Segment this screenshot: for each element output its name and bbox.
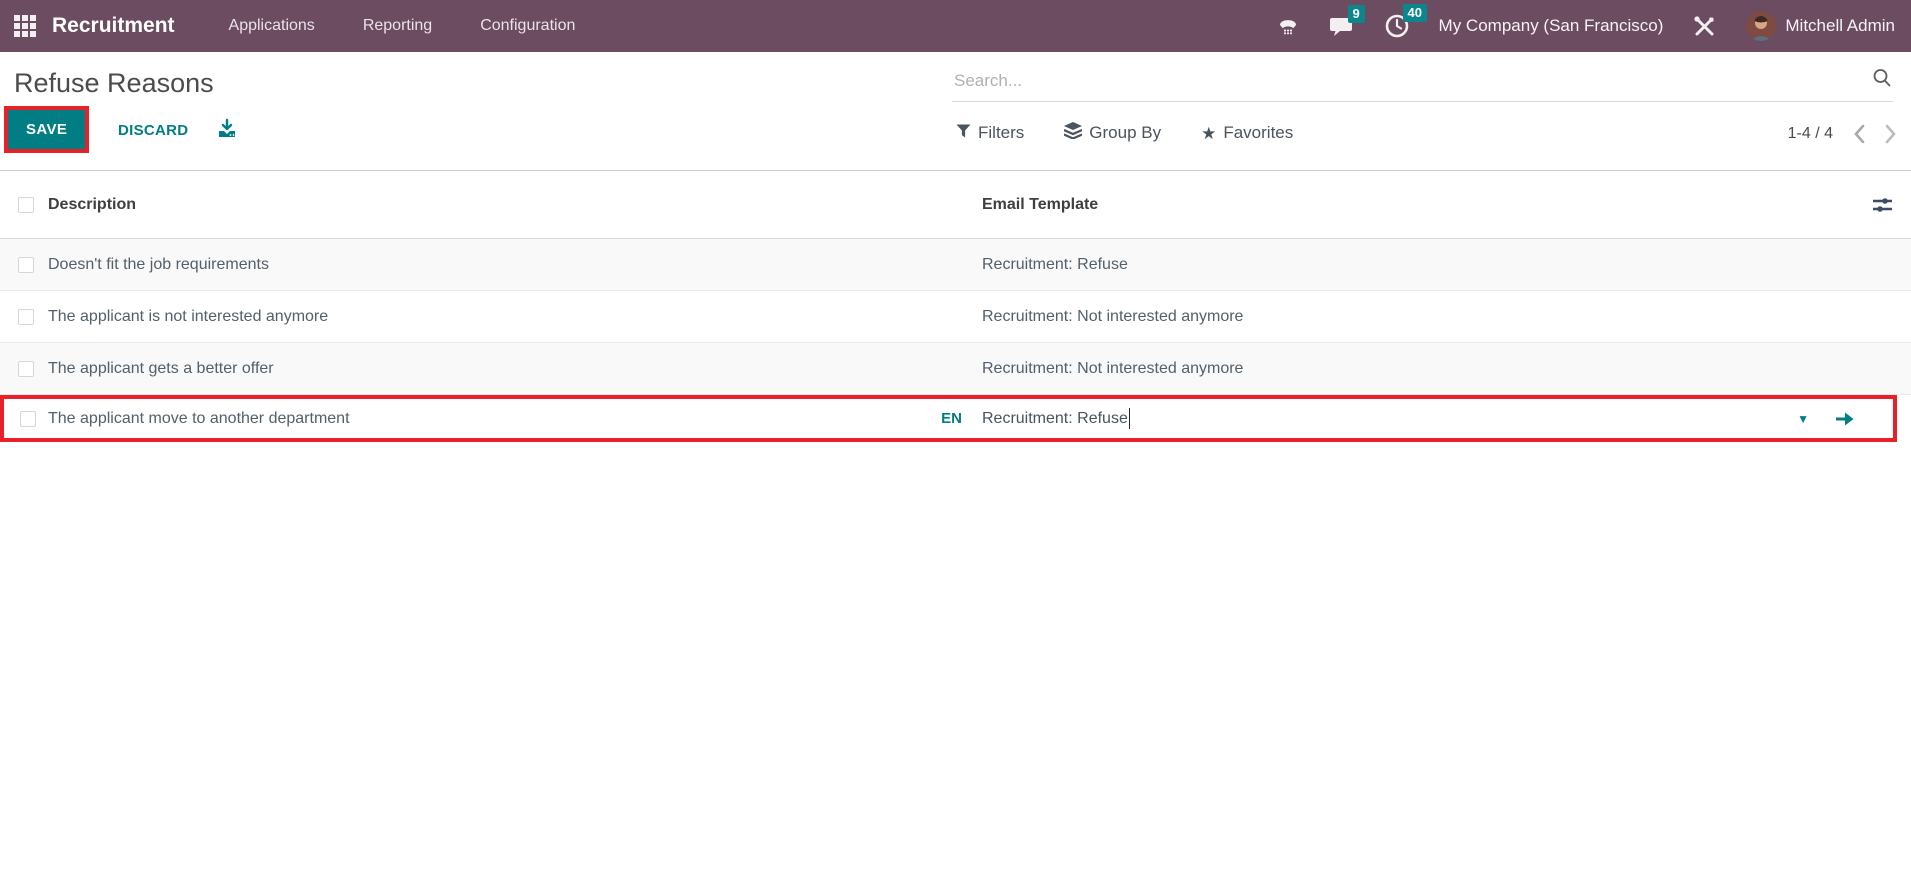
app-name[interactable]: Recruitment <box>52 14 175 38</box>
activities-count-badge: 40 <box>1402 4 1428 22</box>
row-checkbox[interactable] <box>18 360 34 377</box>
cell-description: The applicant is not interested anymore <box>48 307 329 325</box>
main-menu: Applications Reporting Configuration <box>229 17 576 35</box>
cell-email-template-editing[interactable]: Recruitment: Refuse ▼ <box>982 408 1893 429</box>
cell-description[interactable]: The applicant move to another department <box>48 410 350 428</box>
apps-menu-icon[interactable] <box>14 15 36 37</box>
pager-previous-icon[interactable] <box>1853 124 1865 144</box>
row-checkbox[interactable] <box>18 256 34 273</box>
export-download-icon[interactable] <box>216 118 238 145</box>
column-header-description[interactable]: Description <box>48 196 982 214</box>
group-by-label: Group By <box>1089 123 1162 142</box>
cell-description: Doesn't fit the job requirements <box>48 255 269 273</box>
dropdown-caret-icon[interactable]: ▼ <box>1797 413 1809 425</box>
empty-area <box>0 442 1911 885</box>
table-row-editing[interactable]: The applicant move to another department… <box>0 395 1897 442</box>
save-button[interactable]: SAVE <box>8 110 86 149</box>
text-cursor <box>1128 408 1131 429</box>
menu-reporting[interactable]: Reporting <box>363 17 432 35</box>
cell-email-template: Recruitment: Refuse <box>982 255 1128 273</box>
voip-phone-icon[interactable] <box>1276 14 1300 38</box>
topbar-right: 9 40 My Company (San Francisco) Mitchell… <box>1276 4 1895 41</box>
user-avatar <box>1746 11 1777 41</box>
language-badge[interactable]: EN <box>941 410 962 427</box>
table-row[interactable]: The applicant gets a better offer Recrui… <box>0 343 1911 395</box>
pager-range: 1-4 / 4 <box>1787 125 1833 142</box>
filters-label: Filters <box>978 123 1025 142</box>
table-row[interactable]: Doesn't fit the job requirements Recruit… <box>0 239 1911 291</box>
pager: 1-4 / 4 <box>1788 124 1897 144</box>
top-navbar: Recruitment Applications Reporting Confi… <box>0 0 1911 52</box>
star-icon: ★ <box>1201 123 1217 143</box>
filter-funnel-icon <box>956 123 971 143</box>
user-name: Mitchell Admin <box>1785 16 1895 35</box>
row-checkbox[interactable] <box>18 308 34 325</box>
search-options: Filters Group By ★ Favorites <box>956 122 1293 144</box>
annotation-box-save: SAVE <box>4 106 90 153</box>
internal-link-arrow-icon[interactable] <box>1835 411 1855 427</box>
company-switcher[interactable]: My Company (San Francisco) <box>1439 16 1664 36</box>
pager-next-icon[interactable] <box>1885 124 1897 144</box>
messages-icon[interactable]: 9 <box>1329 5 1365 38</box>
select-all-checkbox[interactable] <box>18 196 34 213</box>
favorites-menu[interactable]: ★ Favorites <box>1201 122 1293 144</box>
favorites-label: Favorites <box>1223 123 1294 142</box>
list-header-row: Description Email Template <box>0 171 1911 239</box>
page-title: Refuse Reasons <box>14 68 214 98</box>
search-input[interactable] <box>952 66 1871 95</box>
discard-button[interactable]: DISCARD <box>118 122 188 139</box>
email-template-input-value[interactable]: Recruitment: Refuse <box>982 410 1128 428</box>
search-bar <box>952 60 1893 102</box>
messages-count-badge: 9 <box>1347 5 1365 23</box>
debug-tools-icon[interactable] <box>1692 14 1717 39</box>
control-panel: Refuse Reasons SAVE DISCARD Filters <box>0 52 1911 171</box>
search-icon[interactable] <box>1871 67 1893 94</box>
cell-email-template: Recruitment: Not interested anymore <box>982 359 1244 377</box>
menu-applications[interactable]: Applications <box>229 17 315 35</box>
layers-icon <box>1063 122 1083 144</box>
optional-columns-icon[interactable] <box>1853 195 1911 215</box>
filters-menu[interactable]: Filters <box>956 122 1024 144</box>
row-checkbox[interactable] <box>20 410 36 427</box>
activities-clock-icon[interactable]: 40 <box>1384 4 1428 39</box>
column-header-email-template[interactable]: Email Template <box>982 196 1853 214</box>
cell-email-template: Recruitment: Not interested anymore <box>982 307 1244 325</box>
user-menu[interactable]: Mitchell Admin <box>1746 11 1895 41</box>
table-row[interactable]: The applicant is not interested anymore … <box>0 291 1911 343</box>
field-actions: ▼ <box>1797 411 1855 427</box>
cell-description: The applicant gets a better offer <box>48 359 274 377</box>
group-by-menu[interactable]: Group By <box>1063 122 1162 144</box>
list-view: Description Email Template Doesn't fit t… <box>0 171 1911 885</box>
menu-configuration[interactable]: Configuration <box>480 17 575 35</box>
